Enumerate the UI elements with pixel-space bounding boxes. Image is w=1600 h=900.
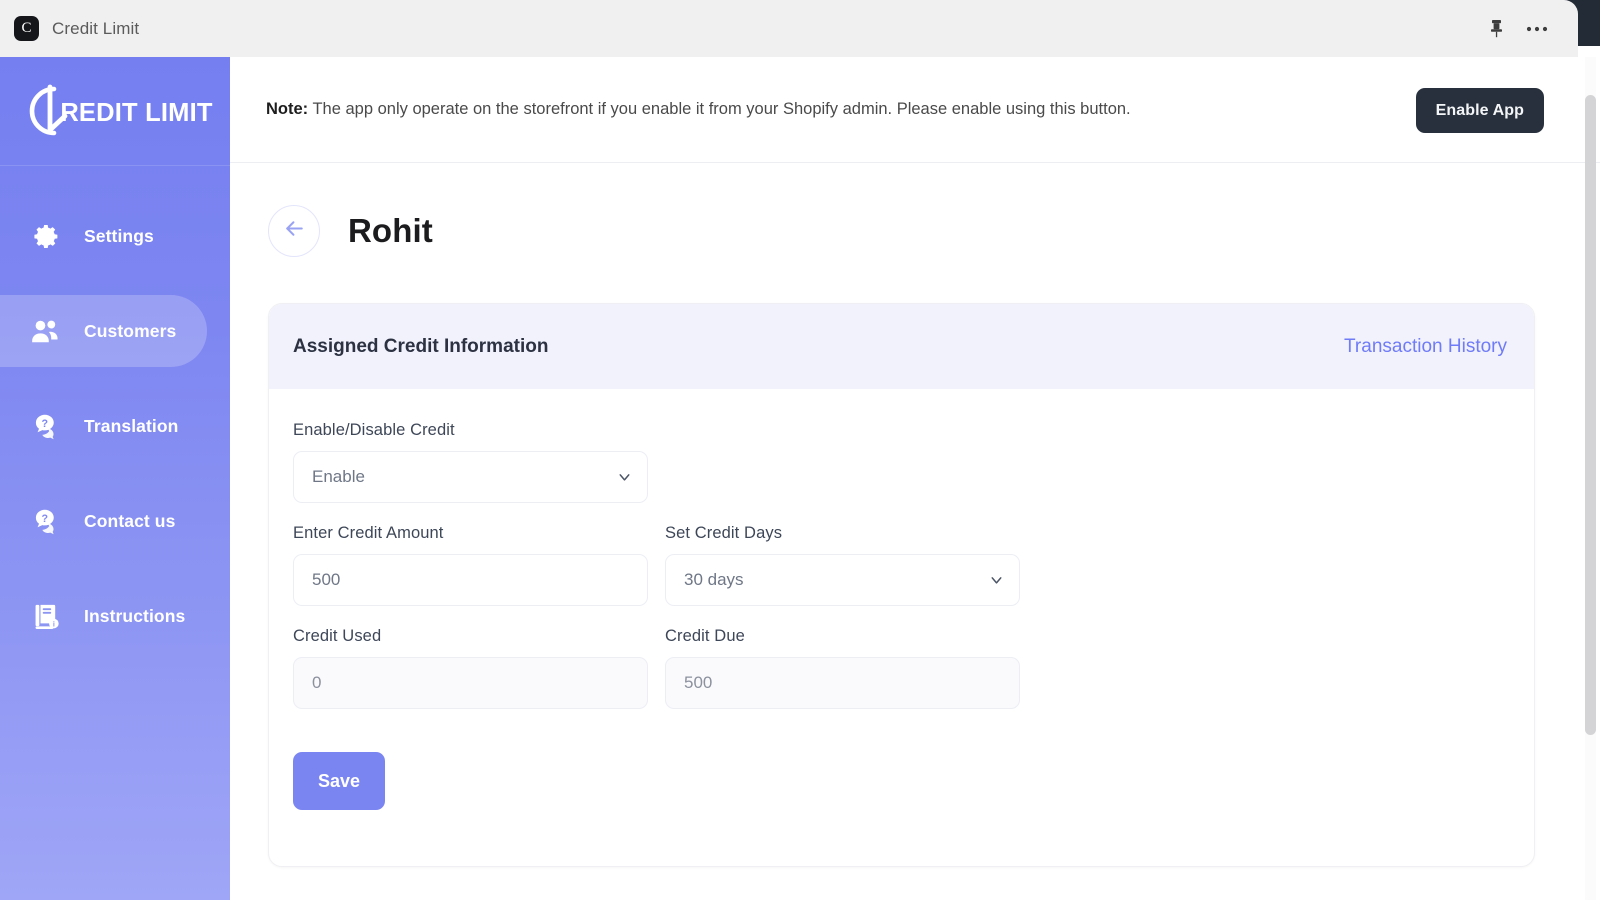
svg-text:?: ? — [41, 417, 48, 429]
save-button[interactable]: Save — [293, 752, 385, 810]
credit-amount-input[interactable] — [293, 554, 648, 606]
field-label: Set Credit Days — [665, 524, 783, 542]
field-row-amount-days: Enter Credit Amount Set Credit Days — [293, 524, 1510, 606]
field-enable-disable-credit: Enable/Disable Credit — [293, 421, 648, 503]
note-text: Note: The app only operate on the storef… — [266, 100, 1131, 119]
sidebar-item-label: Instructions — [84, 605, 186, 626]
question-chat-icon: ? — [30, 410, 62, 442]
field-credit-days: Set Credit Days — [665, 524, 1020, 606]
enable-app-button[interactable]: Enable App — [1415, 88, 1544, 133]
window-title: Credit Limit — [52, 18, 140, 38]
brand-logo[interactable]: REDIT LIMIT — [0, 57, 230, 165]
note-prefix: Note: — [266, 100, 309, 118]
sidebar-item-label: Customers — [84, 320, 177, 341]
page-title: Rohit — [348, 212, 433, 249]
arrow-left-icon — [282, 216, 307, 246]
credit-days-select-wrapper — [665, 554, 1020, 606]
credit-used-input — [293, 657, 648, 709]
field-credit-used: Credit Used — [293, 627, 648, 709]
title-bar: C Credit Limit — [0, 0, 1578, 57]
field-credit-amount: Enter Credit Amount — [293, 524, 648, 606]
note-banner: Note: The app only operate on the storef… — [230, 57, 1600, 163]
back-button[interactable] — [268, 205, 320, 257]
app-icon: C — [14, 16, 39, 41]
sidebar-item-instructions[interactable]: i Instructions — [0, 580, 230, 652]
app-body: REDIT LIMIT Settings Customers ? Transla… — [0, 57, 1600, 900]
assigned-credit-card: Assigned Credit Information Transaction … — [268, 303, 1535, 867]
sidebar-item-settings[interactable]: Settings — [0, 200, 230, 272]
card-body: Enable/Disable Credit Enable Enter Credi… — [269, 389, 1534, 866]
field-row-enable-disable: Enable/Disable Credit — [293, 421, 1510, 503]
title-bar-actions — [1489, 19, 1578, 38]
book-info-icon: i — [30, 600, 62, 632]
sidebar-item-translation[interactable]: ? Translation — [0, 390, 230, 462]
field-label: Enter Credit Amount — [293, 524, 444, 542]
sidebar: REDIT LIMIT Settings Customers ? Transla… — [0, 57, 230, 900]
page-header: Rohit — [230, 163, 1600, 257]
card-title: Assigned Credit Information — [293, 335, 549, 357]
svg-text:i: i — [52, 620, 54, 628]
field-label: Credit Due — [665, 627, 745, 645]
vertical-scrollbar-thumb[interactable] — [1585, 95, 1596, 735]
field-label: Enable/Disable Credit — [293, 421, 455, 439]
gear-icon — [30, 220, 62, 252]
credit-due-input — [665, 657, 1020, 709]
ellipsis-icon[interactable] — [1526, 26, 1548, 32]
card-header: Assigned Credit Information Transaction … — [269, 304, 1534, 389]
app-window: C Credit Limit REDIT LIMIT Settings Cust… — [0, 0, 1600, 900]
transaction-history-link[interactable]: Transaction History — [1344, 336, 1507, 358]
enable-disable-select[interactable] — [293, 451, 648, 503]
brand-name: REDIT LIMIT — [60, 98, 213, 127]
sidebar-item-contact-us[interactable]: ? Contact us — [0, 485, 230, 557]
credit-days-select[interactable] — [665, 554, 1020, 606]
field-credit-due: Credit Due — [665, 627, 1020, 709]
question-chat-icon: ? — [30, 505, 62, 537]
enable-disable-select-wrapper — [293, 451, 648, 503]
main-content: Note: The app only operate on the storef… — [230, 57, 1600, 900]
svg-text:?: ? — [41, 512, 48, 524]
field-row-used-due: Credit Used Credit Due — [293, 627, 1510, 709]
sidebar-item-label: Contact us — [84, 510, 176, 531]
sidebar-item-label: Translation — [84, 415, 179, 436]
users-icon — [30, 315, 62, 347]
sidebar-item-customers[interactable]: Customers — [0, 295, 207, 367]
note-body: The app only operate on the storefront i… — [308, 100, 1131, 118]
field-label: Credit Used — [293, 627, 382, 645]
pin-icon[interactable] — [1489, 19, 1504, 38]
sidebar-item-label: Settings — [84, 225, 154, 246]
sidebar-nav: Settings Customers ? Translation ? Conta… — [0, 166, 230, 652]
